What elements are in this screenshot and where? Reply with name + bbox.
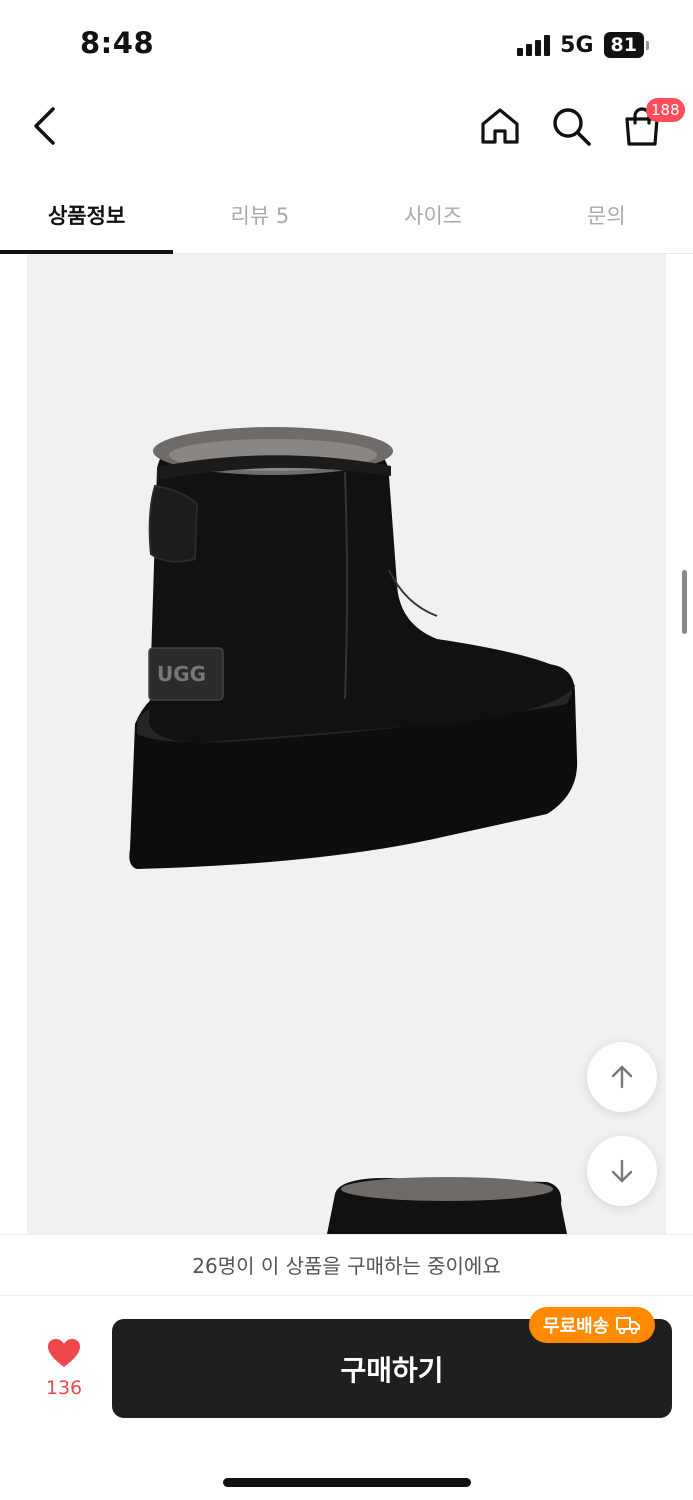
battery-level: 81 [603, 32, 644, 58]
brand-tag-text: UGG [157, 662, 206, 686]
like-count: 136 [45, 1377, 83, 1399]
scroll-down-button[interactable] [587, 1136, 657, 1206]
search-button[interactable] [549, 104, 593, 148]
product-detail-content: UGG [0, 254, 693, 1234]
status-indicators: 5G 81 [517, 32, 649, 58]
free-shipping-badge: 무료배송 [529, 1307, 656, 1343]
product-tabs: 상품정보 리뷰 5 사이즈 문의 [0, 170, 693, 254]
home-icon [481, 108, 519, 144]
arrow-down-icon [611, 1159, 633, 1183]
tab-inquiry[interactable]: 문의 [520, 170, 693, 253]
buyers-notice: 26명이 이 상품을 구매하는 중이에요 [0, 1234, 693, 1296]
signal-icon [517, 34, 551, 56]
cart-button[interactable]: 188 [620, 98, 685, 148]
truck-icon [616, 1317, 641, 1335]
tab-size[interactable]: 사이즈 [347, 170, 520, 253]
chevron-left-icon [34, 107, 55, 145]
home-indicator [223, 1478, 471, 1487]
scroll-up-button[interactable] [587, 1042, 657, 1112]
heart-icon [48, 1339, 80, 1367]
tab-product-info[interactable]: 상품정보 [0, 170, 174, 254]
home-button[interactable] [478, 104, 522, 148]
tab-reviews[interactable]: 리뷰 5 [173, 170, 346, 253]
status-time: 8:48 [80, 26, 155, 60]
status-bar: 8:48 5G 81 [0, 0, 693, 90]
cart-count-badge: 188 [646, 98, 685, 122]
product-image: UGG [27, 254, 666, 1234]
purchase-bar: 136 구매하기 무료배송 [0, 1297, 693, 1500]
top-nav: 188 [0, 90, 693, 170]
network-label: 5G [560, 32, 594, 58]
like-button[interactable]: 136 [28, 1337, 100, 1399]
scrollbar[interactable] [682, 570, 687, 634]
search-icon [553, 108, 591, 146]
arrow-up-icon [611, 1065, 633, 1089]
free-shipping-label: 무료배송 [543, 1316, 610, 1337]
battery-icon: 81 [603, 32, 649, 58]
boot-image: UGG [129, 427, 578, 1234]
back-button[interactable] [24, 104, 64, 148]
